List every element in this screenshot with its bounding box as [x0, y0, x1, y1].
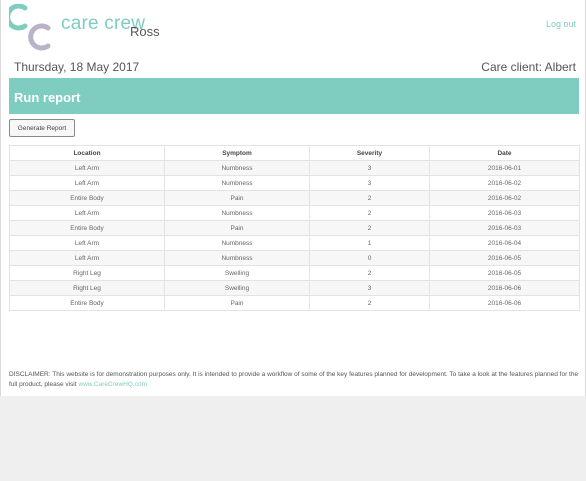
cell-location: Left Arm [9, 250, 165, 266]
cell-severity: 1 [309, 235, 430, 251]
cell-severity: 2 [309, 220, 430, 236]
column-header-location[interactable]: Location [9, 145, 165, 161]
cell-severity: 2 [309, 265, 430, 281]
column-header-symptom[interactable]: Symptom [164, 145, 310, 161]
cell-location: Left Arm [9, 175, 165, 191]
table-row: Entire Body Pain 2 2016-06-02 [9, 190, 580, 206]
cell-severity: 0 [309, 250, 430, 266]
care-client-label: Care client: Albert [481, 60, 576, 74]
cell-date: 2016-06-02 [429, 190, 580, 206]
cell-symptom: Numbness [164, 205, 310, 221]
table-row: Right Leg Swelling 3 2016-06-06 [9, 280, 580, 296]
page-title-banner: Run report [9, 78, 579, 114]
cell-severity: 2 [309, 205, 430, 221]
table-row: Left Arm Numbness 0 2016-06-05 [9, 250, 580, 266]
cell-symptom: Swelling [164, 280, 310, 296]
column-header-date[interactable]: Date [429, 145, 580, 161]
table-row: Right Leg Swelling 2 2016-06-05 [9, 265, 580, 281]
cell-location: Left Arm [9, 160, 165, 176]
cell-date: 2016-06-02 [429, 175, 580, 191]
cell-symptom: Pain [164, 295, 310, 311]
disclaimer: DISCLAIMER: This website is for demonstr… [9, 370, 579, 390]
cell-date: 2016-06-01 [429, 160, 580, 176]
cell-date: 2016-06-03 [429, 205, 580, 221]
cell-symptom: Numbness [164, 160, 310, 176]
cell-location: Right Leg [9, 265, 165, 281]
table-row: Left Arm Numbness 1 2016-06-04 [9, 235, 580, 251]
cell-location: Left Arm [9, 205, 165, 221]
cell-date: 2016-06-04 [429, 235, 580, 251]
page-title: Run report [14, 90, 81, 105]
table-row: Left Arm Numbness 3 2016-06-01 [9, 160, 580, 176]
table-row: Left Arm Numbness 2 2016-06-03 [9, 205, 580, 221]
cell-severity: 3 [309, 160, 430, 176]
app-page: care crew Ross Log out Thursday, 18 May … [0, 0, 586, 396]
report-table: Location Symptom Severity Date Left Arm … [9, 145, 580, 311]
cell-symptom: Numbness [164, 175, 310, 191]
cell-severity: 2 [309, 190, 430, 206]
column-header-severity[interactable]: Severity [309, 145, 430, 161]
cell-date: 2016-06-06 [429, 280, 580, 296]
table-row: Left Arm Numbness 3 2016-06-02 [9, 175, 580, 191]
cell-symptom: Numbness [164, 250, 310, 266]
user-name: Ross [130, 24, 160, 39]
table-header-row: Location Symptom Severity Date [9, 145, 580, 161]
cell-date: 2016-06-03 [429, 220, 580, 236]
cell-location: Right Leg [9, 280, 165, 296]
cell-date: 2016-06-06 [429, 295, 580, 311]
current-date: Thursday, 18 May 2017 [14, 60, 140, 74]
cell-severity: 3 [309, 175, 430, 191]
care-crew-logo-icon [9, 4, 51, 51]
logout-link[interactable]: Log out [546, 19, 576, 29]
generate-report-button[interactable]: Generate Report [9, 119, 75, 137]
cell-location: Entire Body [9, 190, 165, 206]
cell-date: 2016-06-05 [429, 265, 580, 281]
cell-symptom: Numbness [164, 235, 310, 251]
table-row: Entire Body Pain 2 2016-06-06 [9, 295, 580, 311]
cell-symptom: Pain [164, 190, 310, 206]
cell-symptom: Swelling [164, 265, 310, 281]
cell-severity: 2 [309, 295, 430, 311]
cell-location: Entire Body [9, 220, 165, 236]
cell-symptom: Pain [164, 220, 310, 236]
website-link[interactable]: www.CareCrewHQ.com [78, 381, 147, 388]
table-row: Entire Body Pain 2 2016-06-03 [9, 220, 580, 236]
table-bottom-divider [9, 310, 579, 311]
cell-severity: 3 [309, 280, 430, 296]
cell-date: 2016-06-05 [429, 250, 580, 266]
disclaimer-label: DISCLAIMER: [9, 371, 51, 378]
cell-location: Left Arm [9, 235, 165, 251]
cell-location: Entire Body [9, 295, 165, 311]
